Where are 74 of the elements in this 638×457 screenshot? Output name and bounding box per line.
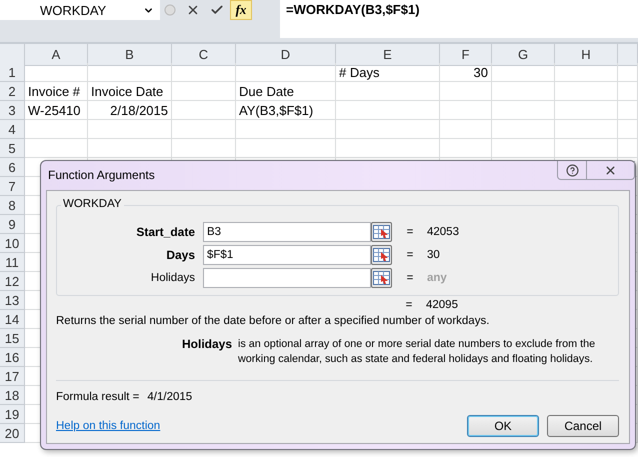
column-header[interactable]: B <box>88 44 172 66</box>
equals-sign: = <box>406 226 414 238</box>
argument-label: Days <box>165 248 196 262</box>
argument-label: Holidays <box>150 272 196 284</box>
range-select-icon <box>373 270 390 284</box>
column-header[interactable]: E <box>336 44 440 66</box>
argument-value: 30 <box>427 248 441 260</box>
row-header[interactable]: 20 <box>0 424 25 443</box>
formula-result-value: 4/1/2015 <box>147 391 192 403</box>
formula-result-label: Formula result = <box>56 391 140 403</box>
formula-field[interactable]: =WORKDAY(B3,$F$1) <box>280 0 638 38</box>
row-header[interactable]: 14 <box>0 310 25 329</box>
table-cell: W-25410 <box>25 101 88 120</box>
row-header[interactable]: 7 <box>0 177 25 196</box>
column-header[interactable]: C <box>172 44 236 66</box>
table-cell: # Days <box>336 63 440 82</box>
equals-sign: = <box>406 248 414 260</box>
column-header[interactable]: D <box>236 44 336 66</box>
close-icon <box>604 164 617 176</box>
name-box[interactable]: WORKDAY <box>0 0 160 20</box>
row-header[interactable]: 12 <box>0 272 25 291</box>
function-description: Returns the serial number of the date before or after a specified number of workdays. <box>56 315 490 327</box>
table-cell: AY(B3,$F$1) <box>236 101 336 120</box>
table-cell: Invoice # <box>25 82 88 101</box>
argument-label: Start_date <box>135 224 196 238</box>
table-cell: Due Date <box>236 82 336 101</box>
argument-field[interactable]: B3 <box>203 222 371 242</box>
cancel-icon[interactable] <box>186 3 200 17</box>
table-cell: 30 <box>440 63 492 82</box>
collapse-button[interactable] <box>371 268 392 288</box>
help-link[interactable]: Help on this function <box>56 420 160 432</box>
dialog-button[interactable]: OK <box>467 415 539 437</box>
collapse-button[interactable] <box>371 244 392 264</box>
range-select-icon <box>373 248 390 262</box>
row-header[interactable]: 18 <box>0 386 25 405</box>
enter-icon[interactable] <box>210 3 224 17</box>
argument-value: any <box>427 272 448 284</box>
circle-icon <box>164 4 176 16</box>
column-header[interactable]: A <box>25 44 88 66</box>
row-header[interactable]: 8 <box>0 196 25 215</box>
group-label: WORKDAY <box>61 198 124 210</box>
help-icon <box>566 164 578 176</box>
row-header[interactable]: 5 <box>0 139 25 158</box>
row-header[interactable]: 6 <box>0 158 25 177</box>
row-header[interactable]: 15 <box>0 329 25 348</box>
row-header[interactable]: 13 <box>0 291 25 310</box>
argument-value: 42053 <box>427 226 460 238</box>
insert-function-button[interactable]: fx <box>230 0 252 20</box>
row-header[interactable]: 2 <box>0 82 25 101</box>
dialog-title: Function Arguments <box>48 168 155 182</box>
column-header[interactable]: F <box>440 44 492 66</box>
row-header[interactable]: 16 <box>0 348 25 367</box>
argument-description: is an optional array of one or more serial date numbers to exclude from the working calendar, such as state and federal holidays and floating holidays. <box>238 337 596 367</box>
row-header[interactable]: 9 <box>0 215 25 234</box>
row-header[interactable]: 10 <box>0 234 25 253</box>
table-cell: 2/18/2015 <box>88 101 172 120</box>
row-header[interactable]: 17 <box>0 367 25 386</box>
range-select-icon <box>373 224 390 238</box>
row-header[interactable]: 3 <box>0 101 25 120</box>
row-header[interactable]: 1 <box>0 63 25 82</box>
column-header[interactable]: G <box>492 44 555 66</box>
dialog-button[interactable]: Cancel <box>547 415 619 437</box>
argument-field[interactable]: $F$1 <box>203 244 371 264</box>
equals-sign: = <box>404 299 414 311</box>
equals-sign: = <box>406 272 414 284</box>
function-result: 42095 <box>426 299 459 311</box>
row-header[interactable]: 4 <box>0 120 25 139</box>
argument-name: Holidays <box>180 337 232 353</box>
argument-field[interactable] <box>203 268 371 288</box>
row-header[interactable]: 19 <box>0 405 25 424</box>
column-header[interactable]: H <box>555 44 618 66</box>
row-header[interactable]: 11 <box>0 253 25 272</box>
table-cell: Invoice Date <box>88 82 172 101</box>
collapse-button[interactable] <box>371 222 392 242</box>
